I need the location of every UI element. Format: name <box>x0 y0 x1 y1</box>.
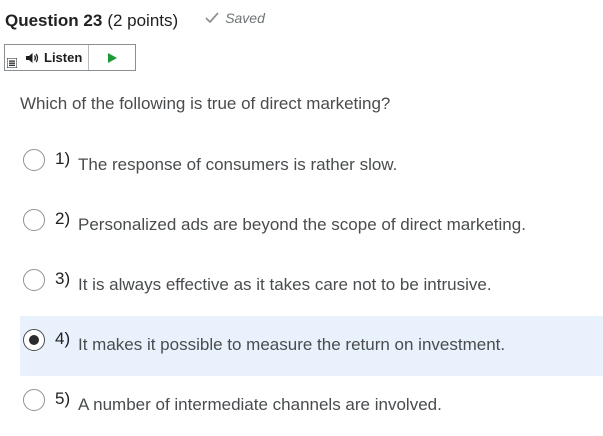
option-text: Personalized ads are beyond the scope of… <box>78 215 526 234</box>
answer-option-1[interactable]: 1) The response of consumers is rather s… <box>20 136 603 196</box>
saved-label: Saved <box>225 10 265 26</box>
answer-option-5[interactable]: 5) A number of intermediate channels are… <box>20 376 603 436</box>
menu-icon[interactable] <box>5 45 19 70</box>
listen-button[interactable]: Listen <box>19 45 90 70</box>
question-text: Which of the following is true of direct… <box>20 94 391 113</box>
saved-status: Saved <box>204 10 265 26</box>
option-number: 5) <box>55 389 71 408</box>
option-text: It is always effective as it takes care … <box>78 275 492 294</box>
question-points: (2 points) <box>107 11 179 30</box>
radio-button[interactable] <box>23 329 45 351</box>
listen-label: Listen <box>44 50 83 65</box>
option-text: A number of intermediate channels are in… <box>78 395 442 414</box>
question-number: Question 23 <box>5 11 103 30</box>
answer-options: 1) The response of consumers is rather s… <box>20 136 603 436</box>
question-header: Question 23 (2 points) Saved <box>5 10 265 34</box>
radio-button[interactable] <box>23 149 45 171</box>
answer-option-3[interactable]: 3) It is always effective as it takes ca… <box>20 256 603 316</box>
option-text: It makes it possible to measure the retu… <box>78 335 506 354</box>
option-number: 4) <box>55 329 71 348</box>
radio-selected-dot <box>28 334 39 345</box>
option-number: 1) <box>55 149 71 168</box>
checkmark-icon <box>204 10 220 26</box>
option-text: The response of consumers is rather slow… <box>78 155 398 174</box>
answer-option-4[interactable]: 4) It makes it possible to measure the r… <box>20 316 603 376</box>
option-number: 3) <box>55 269 71 288</box>
radio-button[interactable] <box>23 209 45 231</box>
radio-button[interactable] <box>23 269 45 291</box>
answer-option-2[interactable]: 2) Personalized ads are beyond the scope… <box>20 196 603 256</box>
option-number: 2) <box>55 209 71 228</box>
play-icon <box>108 52 118 63</box>
readspeaker-toolbar: Listen <box>4 44 136 71</box>
radio-button[interactable] <box>23 389 45 411</box>
play-button[interactable] <box>89 45 135 70</box>
speaker-icon <box>26 52 39 63</box>
